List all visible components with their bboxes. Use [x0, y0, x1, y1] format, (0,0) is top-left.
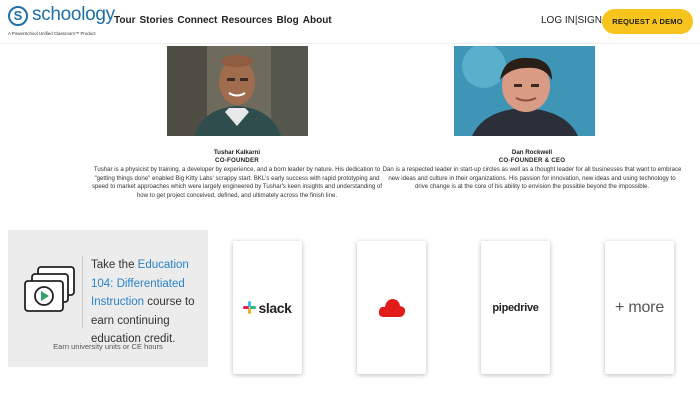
slack-wordmark: slack — [258, 299, 292, 316]
nav-blog[interactable]: Blog — [277, 15, 299, 26]
course-divider — [82, 256, 83, 328]
red-cloud-logo-icon — [378, 298, 405, 317]
site-header: S schoology A PowerSchool Unified Classr… — [0, 0, 700, 44]
portrait-image — [167, 46, 308, 136]
video-course-icon — [24, 266, 76, 314]
logo-wordmark: schoology — [32, 4, 115, 25]
founder-bio: Tushar is a physicist by training, a dev… — [91, 166, 383, 199]
founder-name: Tushar Kalkarni — [213, 149, 261, 156]
integration-card-more[interactable]: + more — [605, 241, 674, 374]
main-nav: Tour Stories Connect Resources Blog Abou… — [114, 15, 332, 26]
course-promo-card[interactable]: Take the Education 104: Differentiated I… — [8, 230, 208, 367]
founder-bio: Dan is a respected leader in start-up ci… — [382, 166, 682, 191]
integration-card-slack[interactable]: slack — [233, 241, 302, 374]
nav-resources[interactable]: Resources — [221, 15, 272, 26]
founder-photo-tushar — [167, 46, 308, 136]
schoology-logo[interactable]: S schoology A PowerSchool Unified Classr… — [8, 4, 115, 40]
nav-tour[interactable]: Tour — [114, 15, 135, 26]
course-footer-text: Earn university units or CE hours — [53, 342, 163, 351]
login-link[interactable]: LOG IN — [541, 15, 575, 26]
founder-role: CO-FOUNDER & CEO — [498, 157, 566, 164]
course-text-prefix: Take the — [91, 259, 138, 271]
course-description: Take the Education 104: Differentiated I… — [91, 256, 203, 349]
pipedrive-wordmark: pipedrive — [492, 301, 539, 314]
nav-connect[interactable]: Connect — [177, 15, 217, 26]
more-integrations-label: + more — [614, 298, 665, 316]
portrait-image — [454, 46, 595, 136]
integration-card-pipedrive[interactable]: pipedrive — [481, 241, 550, 374]
integration-card-cloud[interactable] — [357, 241, 426, 374]
logo-mark-icon: S — [8, 6, 28, 26]
logo-tagline: A PowerSchool Unified Classroom™ Product — [8, 31, 96, 36]
founder-photo-dan — [454, 46, 595, 136]
nav-about[interactable]: About — [303, 15, 332, 26]
founder-role: CO-FOUNDER — [215, 157, 259, 164]
nav-stories[interactable]: Stories — [139, 15, 173, 26]
slack-logo-icon — [243, 301, 257, 314]
request-demo-button[interactable]: REQUEST A DEMO — [602, 9, 693, 34]
founder-name: Dan Rockwell — [511, 149, 553, 156]
